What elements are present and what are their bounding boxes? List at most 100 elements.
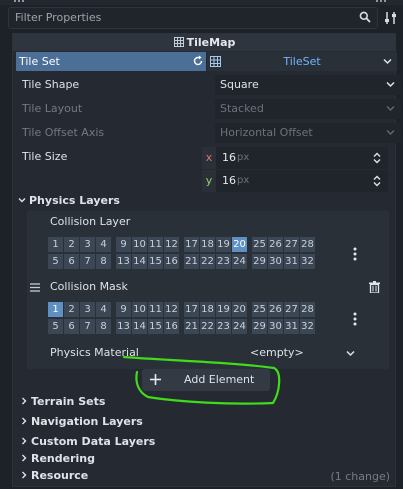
layer-bit-19[interactable]: 19: [216, 302, 231, 317]
tilemap-title: TileMap: [186, 36, 236, 49]
layer-bit-21[interactable]: 21: [184, 319, 199, 334]
layer-bit-5[interactable]: 5: [48, 319, 63, 334]
layer-bit-9[interactable]: 9: [116, 302, 131, 317]
layer-bit-2[interactable]: 2: [64, 302, 79, 317]
layer-bit-11[interactable]: 11: [148, 302, 163, 317]
layer-bit-20[interactable]: 20: [232, 237, 247, 252]
layer-bit-16[interactable]: 16: [164, 254, 179, 269]
layer-bit-8[interactable]: 8: [96, 319, 111, 334]
layer-bit-30[interactable]: 30: [268, 254, 283, 269]
drag-handle-icon[interactable]: [376, 0, 386, 2]
layer-bit-24[interactable]: 24: [232, 254, 247, 269]
layer-bit-2[interactable]: 2: [64, 237, 79, 252]
layer-bit-28[interactable]: 28: [300, 302, 315, 317]
px-unit: px: [237, 152, 250, 163]
layer-bit-23[interactable]: 23: [216, 319, 231, 334]
spinner-icon[interactable]: [373, 152, 381, 164]
layer-bit-15[interactable]: 15: [148, 254, 163, 269]
add-element-button[interactable]: Add Element: [142, 369, 270, 391]
layer-bit-31[interactable]: 31: [284, 254, 299, 269]
layer-bit-4[interactable]: 4: [96, 237, 111, 252]
layer-bit-32[interactable]: 32: [300, 254, 315, 269]
tile-offset-axis-value: Horizontal Offset: [220, 126, 313, 139]
layer-bit-8[interactable]: 8: [96, 254, 111, 269]
tile-set-resource-picker[interactable]: TileSet: [207, 52, 397, 71]
layer-bit-29[interactable]: 29: [252, 319, 267, 334]
custom-data-layers-section[interactable]: Custom Data Layers: [20, 433, 155, 451]
layer-bit-5[interactable]: 5: [48, 254, 63, 269]
layer-bit-32[interactable]: 32: [300, 319, 315, 334]
layer-bit-21[interactable]: 21: [184, 254, 199, 269]
layer-bit-7[interactable]: 7: [80, 319, 95, 334]
layer-bit-10[interactable]: 10: [132, 302, 147, 317]
layer-bit-18[interactable]: 18: [200, 302, 215, 317]
layer-bit-13[interactable]: 13: [116, 319, 131, 334]
layer-bit-16[interactable]: 16: [164, 319, 179, 334]
layer-bit-6[interactable]: 6: [64, 319, 79, 334]
layer-bit-1[interactable]: 1: [48, 237, 63, 252]
layer-bit-12[interactable]: 12: [164, 302, 179, 317]
chevron-right-icon: [22, 397, 27, 405]
layer-bit-27[interactable]: 27: [284, 237, 299, 252]
filter-properties-input[interactable]: Filter Properties: [8, 7, 378, 29]
layer-bit-19[interactable]: 19: [216, 237, 231, 252]
chevron-down-icon: [18, 198, 26, 203]
layer-bit-27[interactable]: 27: [284, 302, 299, 317]
physics-layers-section[interactable]: Physics Layers: [18, 192, 120, 210]
physics-material-value[interactable]: <empty>: [250, 343, 304, 363]
layer-bit-3[interactable]: 3: [80, 237, 95, 252]
layer-bit-4[interactable]: 4: [96, 302, 111, 317]
spinner-icon[interactable]: [373, 175, 381, 187]
layer-bit-18[interactable]: 18: [200, 237, 215, 252]
tile-size-y-field[interactable]: y 16 px: [202, 170, 388, 192]
layer-bit-24[interactable]: 24: [232, 319, 247, 334]
layer-bit-3[interactable]: 3: [80, 302, 95, 317]
layer-bit-25[interactable]: 25: [252, 302, 267, 317]
object-properties-filter-icon[interactable]: [384, 10, 398, 26]
chevron-down-icon[interactable]: [346, 350, 355, 357]
layer-bit-28[interactable]: 28: [300, 237, 315, 252]
resource-label: Resource: [31, 469, 89, 482]
navigation-layers-section[interactable]: Navigation Layers: [20, 413, 143, 431]
layer-bit-15[interactable]: 15: [148, 319, 163, 334]
layer-bit-26[interactable]: 26: [268, 302, 283, 317]
layer-bit-13[interactable]: 13: [116, 254, 131, 269]
layer-bit-1[interactable]: 1: [48, 302, 63, 317]
trash-icon[interactable]: [369, 281, 380, 293]
layer-bit-7[interactable]: 7: [80, 254, 95, 269]
layer-bit-26[interactable]: 26: [268, 237, 283, 252]
add-element-label: Add Element: [184, 373, 255, 386]
layer-bit-17[interactable]: 17: [184, 237, 199, 252]
layer-bit-17[interactable]: 17: [184, 302, 199, 317]
custom-data-layers-label: Custom Data Layers: [31, 435, 156, 448]
drag-handle-icon[interactable]: [30, 283, 40, 292]
layer-bit-14[interactable]: 14: [132, 254, 147, 269]
layer-bit-29[interactable]: 29: [252, 254, 267, 269]
more-options-icon[interactable]: [353, 247, 357, 261]
layer-bit-23[interactable]: 23: [216, 254, 231, 269]
tile-offset-axis-dropdown[interactable]: Horizontal Offset: [215, 123, 401, 143]
layer-bit-22[interactable]: 22: [200, 319, 215, 334]
tile-layout-dropdown[interactable]: Stacked: [215, 99, 401, 119]
layer-bit-14[interactable]: 14: [132, 319, 147, 334]
rendering-section[interactable]: Rendering: [20, 450, 95, 468]
tile-shape-dropdown[interactable]: Square: [215, 75, 401, 95]
terrain-sets-section[interactable]: Terrain Sets: [20, 393, 105, 411]
layer-bit-25[interactable]: 25: [252, 237, 267, 252]
filter-placeholder: Filter Properties: [15, 11, 102, 24]
layer-bit-31[interactable]: 31: [284, 319, 299, 334]
revert-icon[interactable]: [192, 55, 204, 67]
layer-bit-12[interactable]: 12: [164, 237, 179, 252]
resource-section[interactable]: Resource: [20, 467, 88, 485]
layer-bit-6[interactable]: 6: [64, 254, 79, 269]
layer-bit-11[interactable]: 11: [148, 237, 163, 252]
layer-bit-20[interactable]: 20: [232, 302, 247, 317]
drag-handle-icon[interactable]: [14, 0, 24, 2]
tile-size-x-field[interactable]: x 16 px: [202, 147, 388, 169]
layer-bit-9[interactable]: 9: [116, 237, 131, 252]
layer-bit-10[interactable]: 10: [132, 237, 147, 252]
layer-bit-30[interactable]: 30: [268, 319, 283, 334]
layer-bit-22[interactable]: 22: [200, 254, 215, 269]
chevron-down-icon[interactable]: [383, 58, 392, 65]
more-options-icon[interactable]: [353, 312, 357, 326]
